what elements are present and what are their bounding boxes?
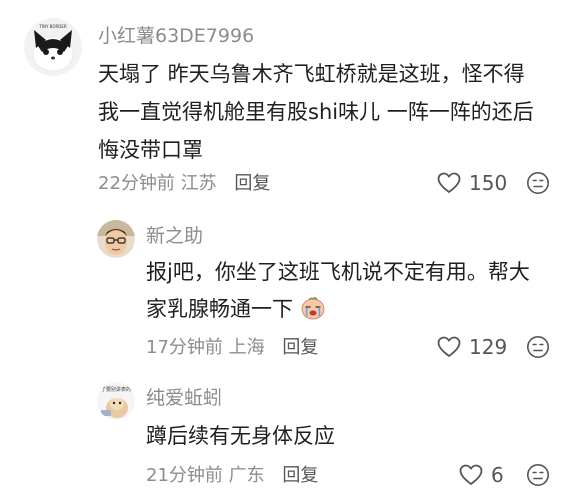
heart-outline-icon: [459, 464, 483, 485]
reply-button[interactable]: 回复: [234, 173, 270, 194]
comment-location: 广东: [228, 465, 265, 486]
like-count: 150: [469, 171, 508, 195]
like-button[interactable]: 150: [437, 171, 507, 195]
username[interactable]: 小红薯63DE7996: [98, 24, 254, 48]
dislike-button[interactable]: [526, 463, 550, 487]
comment-text-line: 家乳腺畅通一下: [146, 297, 293, 321]
dislike-button[interactable]: [526, 171, 550, 195]
comment-meta: 21分钟前 广东 回复: [146, 464, 318, 488]
reply-item: 了要别讲表的 纯爱蚯蚓 蹲后续有无身体反应 21分钟前 广东 回复 6: [0, 370, 583, 500]
avatar-text: TINY BORDER: [38, 24, 67, 29]
comment-meta: 17分钟前 上海 回复: [146, 336, 318, 360]
comment-text-line: 蹲后续有无身体反应: [146, 424, 335, 448]
like-count: 129: [469, 335, 508, 359]
reply-button[interactable]: 回复: [282, 465, 318, 486]
comment-time: 21分钟前: [146, 465, 223, 486]
reply-item: 新之助 报j吧，你坐了这班飞机说不定有用。帮大 家乳腺畅通一下 17分钟前 上海…: [0, 210, 583, 370]
comment-text-row: 家乳腺畅通一下: [146, 290, 326, 328]
avatar[interactable]: 了要别讲表的: [97, 382, 135, 420]
like-button[interactable]: 6: [459, 463, 504, 487]
comment-text-line: 我一直觉得机舱里有股shi味儿 一阵一阵的还后: [98, 100, 534, 124]
crying-face-emoji: [301, 297, 325, 320]
comment-time: 17分钟前: [146, 337, 223, 358]
dislike-face-icon: [527, 172, 549, 194]
username[interactable]: 新之助: [146, 224, 203, 248]
comment-location: 江苏: [180, 173, 217, 194]
comment-text-line: 报j吧，你坐了这班飞机说不定有用。帮大: [146, 260, 530, 284]
heart-outline-icon: [437, 172, 461, 193]
dislike-button[interactable]: [526, 335, 550, 359]
avatar[interactable]: [97, 220, 135, 258]
heart-outline-icon: [437, 336, 461, 357]
username[interactable]: 纯爱蚯蚓: [146, 386, 222, 410]
comment-time: 22分钟前: [98, 173, 175, 194]
comment-item: TINY BORDER 小红薯63DE7996 天塌了 昨天乌鲁木齐飞虹桥就是这…: [0, 0, 583, 210]
comment-location: 上海: [228, 337, 265, 358]
dislike-face-icon: [527, 336, 549, 358]
reply-button[interactable]: 回复: [282, 337, 318, 358]
like-count: 6: [491, 463, 504, 487]
avatar[interactable]: TINY BORDER: [24, 18, 82, 76]
like-button[interactable]: 129: [437, 335, 507, 359]
comment-text-line: 悔没带口罩: [98, 138, 203, 162]
avatar-text: 了要别讲表的: [101, 386, 131, 393]
dislike-face-icon: [527, 464, 549, 486]
comment-meta: 22分钟前 江苏 回复: [98, 172, 270, 196]
comment-text-line: 天塌了 昨天乌鲁木齐飞虹桥就是这班，怪不得: [98, 62, 525, 86]
